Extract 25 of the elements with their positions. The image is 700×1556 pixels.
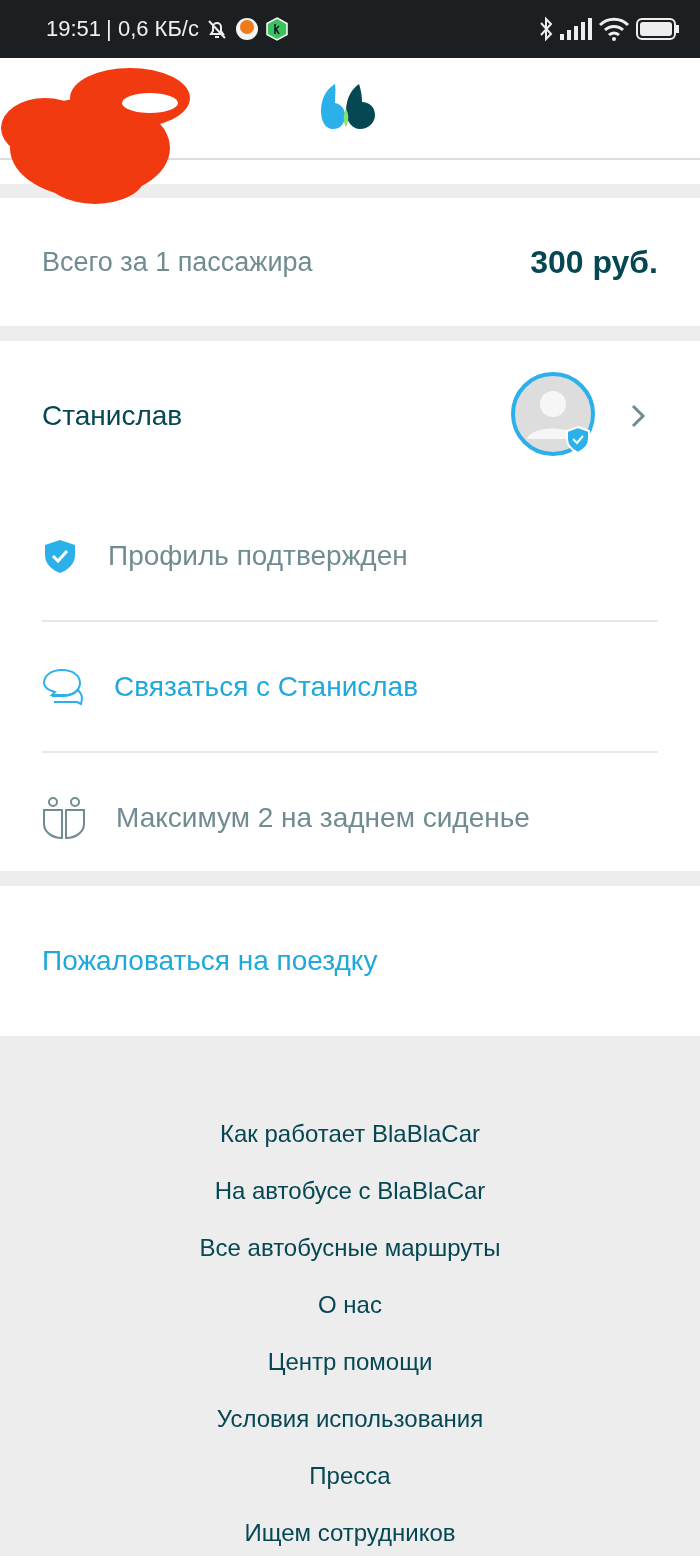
two-people-icon (42, 795, 86, 840)
footer-link[interactable]: Пресса (309, 1456, 391, 1513)
network-speed: | 0,6 КБ/с (106, 16, 199, 42)
wifi-icon (598, 17, 630, 41)
battery-icon (636, 18, 680, 40)
footer-link[interactable]: Все автобусные маршруты (199, 1228, 501, 1285)
price-label: Всего за 1 пассажира (42, 246, 313, 278)
app-icon (234, 17, 259, 41)
footer-link[interactable]: Условия использования (216, 1399, 484, 1456)
detail-text: Максимум 2 на заднем сиденье (116, 801, 530, 834)
footer-link[interactable]: Центр помощи (267, 1342, 433, 1399)
footer-link[interactable]: О нас (318, 1285, 382, 1342)
footer-link[interactable]: Как работает BlaBlaCar (219, 1114, 481, 1171)
footer-link[interactable]: На автобусе с BlaBlaCar (214, 1171, 486, 1228)
status-time: 19:51 (46, 16, 102, 42)
signal-icon (560, 18, 592, 40)
footer-link[interactable]: Ищем сотрудников (244, 1513, 456, 1556)
driver-name[interactable]: Станислав (42, 400, 480, 432)
shield-app-icon (264, 17, 289, 41)
detail-text: Профиль подтвержден (108, 539, 408, 572)
bluetooth-icon (538, 16, 554, 42)
chat-bubbles-icon[interactable] (42, 666, 84, 707)
shield-check-icon (42, 537, 78, 574)
price-amount: 300 руб. (530, 243, 658, 281)
chevron-right-icon[interactable] (630, 403, 646, 429)
